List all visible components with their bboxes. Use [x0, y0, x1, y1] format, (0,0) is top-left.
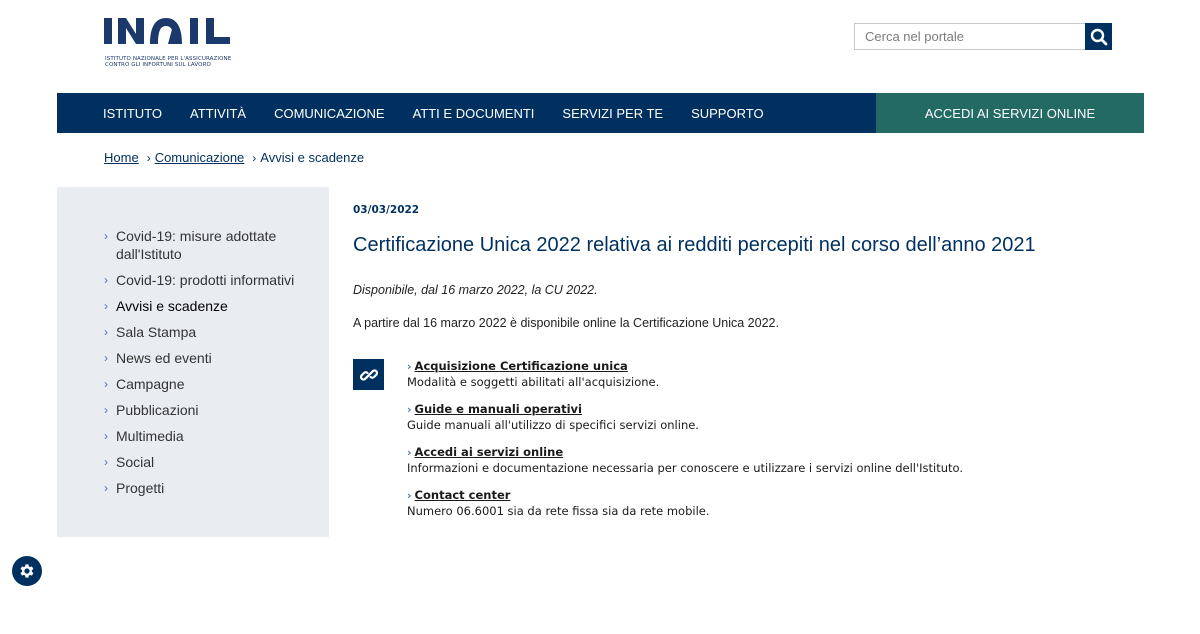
nav-atti-e-documenti[interactable]: ATTI E DOCUMENTI [413, 106, 535, 121]
breadcrumb-current: Avvisi e scadenze [260, 150, 365, 165]
link-contact-center[interactable]: Contact center [415, 488, 511, 502]
link-accedi-servizi[interactable]: Accedi ai servizi online [415, 445, 564, 459]
sidebar-item-label: Covid-19: prodotti informativi [116, 272, 295, 288]
chevron-right-icon: › [407, 359, 412, 373]
sidebar-item-label: Avvisi e scadenze [116, 298, 228, 314]
nav-attivita[interactable]: ATTIVITÀ [190, 106, 246, 121]
link-item-accedi: › Accedi ai servizi online Informazioni … [407, 445, 1153, 475]
sidebar-item-progetti[interactable]: › Progetti [57, 479, 329, 497]
logo-subtitle: ISTITUTO NAZIONALE PER L'ASSICURAZIONE C… [105, 56, 232, 68]
main-nav: ISTITUTO ATTIVITÀ COMUNICAZIONE ATTI E D… [57, 93, 1144, 133]
nav-supporto[interactable]: SUPPORTO [691, 106, 763, 121]
nav-istituto[interactable]: ISTITUTO [103, 106, 162, 121]
inail-logo[interactable]: ISTITUTO NAZIONALE PER L'ASSICURAZIONE C… [104, 16, 244, 72]
chevron-right-icon: › [104, 481, 108, 495]
breadcrumb-comunicazione[interactable]: Comunicazione [155, 150, 245, 165]
chevron-right-icon: › [252, 150, 257, 165]
sidebar-item-pubblicazioni[interactable]: › Pubblicazioni [57, 401, 329, 419]
inail-logo-wordmark [104, 18, 230, 44]
link-description: Informazioni e documentazione necessaria… [407, 461, 964, 475]
sidebar-item-label: Covid-19: misure adottate dall'Istituto [116, 228, 277, 262]
article-lead: Disponibile, dal 16 marzo 2022, la CU 20… [353, 283, 598, 297]
link-item-contact: › Contact center Numero 06.6001 sia da r… [407, 488, 1153, 518]
article-title: Certificazione Unica 2022 relativa ai re… [353, 234, 1036, 256]
link-icon [353, 359, 384, 390]
link-guide-manuali[interactable]: Guide e manuali operativi [415, 402, 582, 416]
link-item-guide: › Guide e manuali operativi Guide manual… [407, 402, 1153, 432]
link-item-acquisizione: › Acquisizione Certificazione unica Moda… [407, 359, 1153, 389]
gear-icon [20, 564, 34, 578]
sidebar-item-label: Progetti [116, 480, 165, 496]
sidebar-item-label: News ed eventi [116, 350, 212, 366]
sidebar-item-multimedia[interactable]: › Multimedia [57, 427, 329, 445]
sidebar-item-campagne[interactable]: › Campagne [57, 375, 329, 393]
link-description: Guide manuali all'utilizzo di specifici … [407, 418, 699, 432]
sidebar-item-label: Pubblicazioni [116, 402, 199, 418]
breadcrumb-home[interactable]: Home [104, 150, 139, 165]
accedi-servizi-online-button[interactable]: ACCEDI AI SERVIZI ONLINE [876, 93, 1144, 133]
chevron-right-icon: › [104, 351, 108, 365]
sidebar-nav: › Covid-19: misure adottate dall'Istitut… [57, 187, 329, 537]
article-date: 03/03/2022 [353, 204, 420, 216]
sidebar-item-label: Social [116, 454, 155, 470]
chevron-right-icon: › [407, 402, 412, 416]
chevron-right-icon: › [104, 377, 108, 391]
nav-comunicazione[interactable]: COMUNICAZIONE [274, 106, 385, 121]
search-button[interactable] [1085, 23, 1112, 50]
chevron-right-icon: › [146, 150, 151, 165]
search-bar [854, 23, 1112, 50]
article: 03/03/2022 Certificazione Unica 2022 rel… [353, 204, 1153, 518]
chevron-right-icon: › [104, 403, 108, 417]
sidebar-item-covid-misure[interactable]: › Covid-19: misure adottate dall'Istitut… [57, 227, 329, 263]
chevron-right-icon: › [104, 325, 108, 339]
chevron-right-icon: › [407, 445, 412, 459]
sidebar-item-covid-prodotti[interactable]: › Covid-19: prodotti informativi [57, 271, 329, 289]
chevron-right-icon: › [407, 488, 412, 502]
chevron-right-icon: › [104, 229, 108, 243]
chain-link-icon [359, 368, 378, 381]
sidebar-item-avvisi-scadenze[interactable]: › Avvisi e scadenze [57, 297, 329, 315]
search-icon [1090, 28, 1107, 45]
link-description: Numero 06.6001 sia da rete fissa sia da … [407, 504, 710, 518]
sidebar-item-label: Campagne [116, 376, 185, 392]
chevron-right-icon: › [104, 429, 108, 443]
chevron-right-icon: › [104, 299, 108, 313]
sidebar-item-sala-stampa[interactable]: › Sala Stampa [57, 323, 329, 341]
related-links: › Acquisizione Certificazione unica Moda… [353, 359, 1153, 531]
link-description: Modalità e soggetti abilitati all'acquis… [407, 375, 660, 389]
nav-servizi-per-te[interactable]: SERVIZI PER TE [562, 106, 663, 121]
cookie-settings-button[interactable] [12, 556, 42, 586]
sidebar-item-social[interactable]: › Social [57, 453, 329, 471]
search-input[interactable] [854, 23, 1085, 50]
sidebar-item-label: Multimedia [116, 428, 184, 444]
nav-items: ISTITUTO ATTIVITÀ COMUNICAZIONE ATTI E D… [57, 93, 876, 133]
link-acquisizione-cu[interactable]: Acquisizione Certificazione unica [415, 359, 628, 373]
article-body: A partire dal 16 marzo 2022 è disponibil… [353, 316, 779, 330]
sidebar-item-news-eventi[interactable]: › News ed eventi [57, 349, 329, 367]
chevron-right-icon: › [104, 455, 108, 469]
breadcrumb: Home › Comunicazione › Avvisi e scadenze [104, 150, 364, 165]
sidebar-item-label: Sala Stampa [116, 324, 197, 340]
chevron-right-icon: › [104, 273, 108, 287]
